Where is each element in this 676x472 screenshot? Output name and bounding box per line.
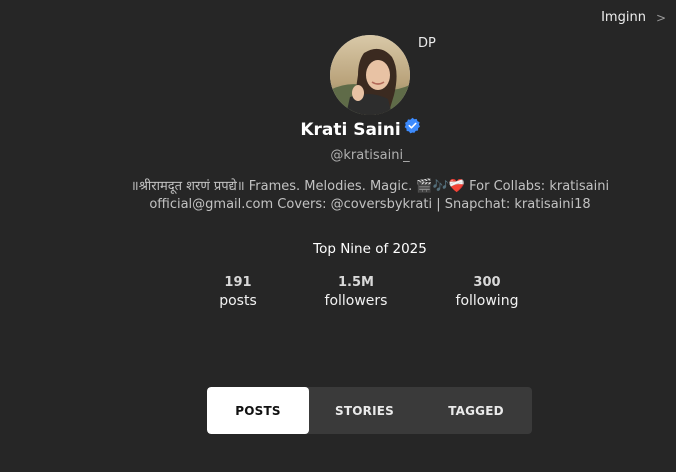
tab-stories[interactable]: STORIES — [309, 387, 420, 434]
avatar-photo — [330, 35, 410, 115]
stat-value: 191 — [224, 275, 252, 290]
tab-tagged[interactable]: TAGGED — [420, 387, 532, 434]
verified-badge-icon — [404, 117, 421, 134]
stat-value: 300 — [473, 275, 501, 290]
top-nav: Imginn > — [601, 10, 666, 25]
profile-bio: ॥श्रीरामदूत शरणं प्रपद्ये॥ Frames. Melod… — [130, 179, 610, 212]
top-nine-link[interactable]: Top Nine of 2025 — [0, 241, 676, 257]
avatar[interactable] — [330, 35, 410, 115]
stat-label: posts — [219, 293, 257, 309]
name-row: Krati Saini — [0, 117, 676, 140]
chevron-right-icon[interactable]: > — [656, 11, 666, 25]
stat-followers: 1.5M followers — [296, 275, 416, 311]
profile-username: @kratisaini_ — [330, 148, 410, 163]
stat-following: 300 following — [427, 275, 547, 311]
content-tabs: POSTS STORIES TAGGED — [207, 387, 532, 434]
dp-label[interactable]: DP — [418, 36, 436, 51]
stat-label: followers — [324, 293, 388, 309]
stat-value: 1.5M — [338, 275, 374, 290]
site-link[interactable]: Imginn — [601, 10, 646, 25]
tab-posts[interactable]: POSTS — [207, 387, 309, 434]
profile-name: Krati Saini — [300, 120, 401, 140]
stat-posts: 191 posts — [178, 275, 298, 311]
stat-label: following — [455, 293, 519, 309]
